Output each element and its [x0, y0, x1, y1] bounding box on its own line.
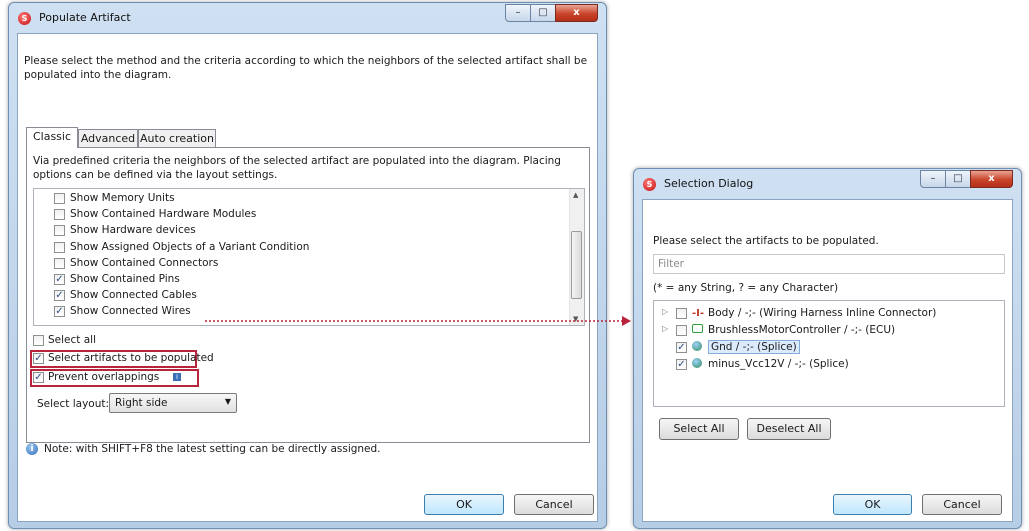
tree-item[interactable]: ✓ Gnd / -;- (Splice)	[658, 340, 998, 356]
tree-item-label: Gnd / -;- (Splice)	[708, 340, 800, 354]
criteria-label: Show Assigned Objects of a Variant Condi…	[70, 240, 310, 253]
intro-text: Please select the method and the criteri…	[24, 55, 588, 81]
ok-button[interactable]: OK	[424, 494, 504, 515]
artifact-tree[interactable]: ▷ -I- Body / -;- (Wiring Harness Inline Co…	[653, 300, 1005, 407]
criteria-label: Show Contained Hardware Modules	[70, 208, 257, 221]
criteria-label: Show Connected Cables	[70, 289, 197, 302]
tree-checkbox[interactable]	[676, 308, 687, 319]
maximize-button[interactable]: □	[945, 170, 971, 188]
criteria-checkbox[interactable]	[54, 241, 65, 253]
tab-advanced[interactable]: Advanced	[78, 129, 138, 147]
criteria-label: Show Contained Connectors	[70, 256, 219, 269]
criteria-checkbox[interactable]: ✓	[54, 306, 65, 318]
select-all-label: Select all	[48, 334, 96, 346]
filter-hint: (* = any String, ? = any Character)	[653, 282, 839, 294]
selection-title: Selection Dialog	[664, 177, 754, 190]
scroll-up-arrow-icon[interactable]: ▲	[573, 191, 578, 199]
expand-arrow-icon[interactable]: ▷	[662, 307, 668, 316]
info-small-icon[interactable]: i	[173, 373, 181, 381]
selection-titlebar[interactable]: S Selection Dialog – □ x	[634, 169, 1021, 199]
tree-item-label: minus_Vcc12V / -;- (Splice)	[708, 358, 849, 370]
tree-item-label: Body / -;- (Wiring Harness Inline Connec…	[708, 307, 937, 319]
criteria-label: Show Contained Pins	[70, 273, 180, 285]
app-logo-icon: S	[18, 12, 31, 25]
tab-description: Via predefined criteria the neighbors of…	[33, 155, 561, 181]
layout-label: Select layout:	[37, 398, 110, 410]
info-icon: i	[26, 443, 38, 455]
criteria-checkbox[interactable]	[54, 209, 65, 221]
tree-item-label: BrushlessMotorController / -;- (ECU)	[708, 324, 896, 336]
selection-cancel-button[interactable]: Cancel	[922, 494, 1002, 515]
minimize-button[interactable]: –	[505, 4, 531, 22]
tree-checkbox[interactable]: ✓	[676, 359, 687, 370]
close-button[interactable]: x	[555, 4, 598, 22]
select-all-checkbox[interactable]	[33, 335, 44, 346]
selection-ok-button[interactable]: OK	[833, 494, 912, 515]
criteria-scrollbar[interactable]: ▲ ▼	[569, 189, 584, 325]
selection-prompt: Please select the artifacts to be popula…	[653, 235, 879, 247]
expand-arrow-icon[interactable]: ▷	[662, 324, 668, 333]
filter-placeholder: Filter	[658, 258, 685, 270]
populate-client-area: Please select the method and the criteri…	[17, 33, 598, 522]
splice-icon	[692, 358, 702, 371]
select-artifacts-label: Select artifacts to be populated	[48, 352, 214, 364]
criteria-label: Show Connected Wires	[70, 305, 191, 318]
select-all-button[interactable]: Select All	[659, 418, 739, 440]
window-title: Populate Artifact	[39, 11, 131, 24]
layout-select-value: Right side	[115, 397, 168, 409]
selection-client-area: Please select the artifacts to be popula…	[642, 199, 1013, 522]
tree-checkbox[interactable]	[676, 325, 687, 336]
scroll-thumb[interactable]	[571, 231, 582, 299]
app-logo-icon: S	[643, 178, 656, 191]
tree-item[interactable]: ▷ -I- Body / -;- (Wiring Harness Inline Co…	[658, 306, 998, 322]
close-button[interactable]: x	[970, 170, 1013, 188]
prevent-overlap-label: Prevent overlappings	[48, 371, 160, 383]
criteria-checkbox[interactable]	[54, 257, 65, 269]
select-artifacts-checkbox[interactable]: ✓	[33, 353, 44, 364]
tab-classic[interactable]: Classic	[26, 127, 78, 148]
prevent-overlap-checkbox[interactable]: ✓	[33, 372, 44, 383]
selection-dialog-window: S Selection Dialog – □ x Please select t…	[633, 168, 1022, 529]
tree-item[interactable]: ▷ BrushlessMotorController / -;- (ECU)	[658, 323, 998, 339]
criteria-checkbox[interactable]: ✓	[54, 290, 65, 302]
deselect-all-button[interactable]: Deselect All	[747, 418, 831, 440]
tree-item[interactable]: ✓ minus_Vcc12V / -;- (Splice)	[658, 357, 998, 373]
ecu-icon	[692, 324, 703, 336]
layout-select[interactable]: Right side ▼	[109, 393, 237, 413]
criteria-checkbox[interactable]: ✓	[54, 274, 65, 285]
splice-icon	[692, 341, 702, 354]
connector-arrow	[205, 316, 631, 326]
connector-icon: -I-	[692, 308, 705, 319]
minimize-button[interactable]: –	[920, 170, 946, 188]
cancel-button[interactable]: Cancel	[514, 494, 594, 515]
criteria-checkbox[interactable]	[54, 193, 65, 204]
criteria-checkbox[interactable]	[54, 225, 65, 237]
criteria-list[interactable]: Show Memory Units Show Contained Hardware…	[33, 188, 585, 326]
populate-titlebar[interactable]: S Populate Artifact – □ x	[9, 3, 606, 33]
tree-checkbox[interactable]: ✓	[676, 342, 687, 353]
note-text: Note: with SHIFT+F8 the latest setting c…	[44, 443, 381, 455]
tab-auto-creation[interactable]: Auto creation	[138, 129, 216, 147]
classic-tab-panel: Via predefined criteria the neighbors of…	[26, 147, 590, 443]
chevron-down-icon: ▼	[224, 397, 231, 406]
criteria-label: Show Memory Units	[70, 192, 175, 204]
maximize-button[interactable]: □	[530, 4, 556, 22]
criteria-label: Show Hardware devices	[70, 224, 196, 237]
populate-artifact-window: S Populate Artifact – □ x Please select …	[8, 2, 607, 529]
filter-input[interactable]: Filter	[653, 254, 1005, 274]
